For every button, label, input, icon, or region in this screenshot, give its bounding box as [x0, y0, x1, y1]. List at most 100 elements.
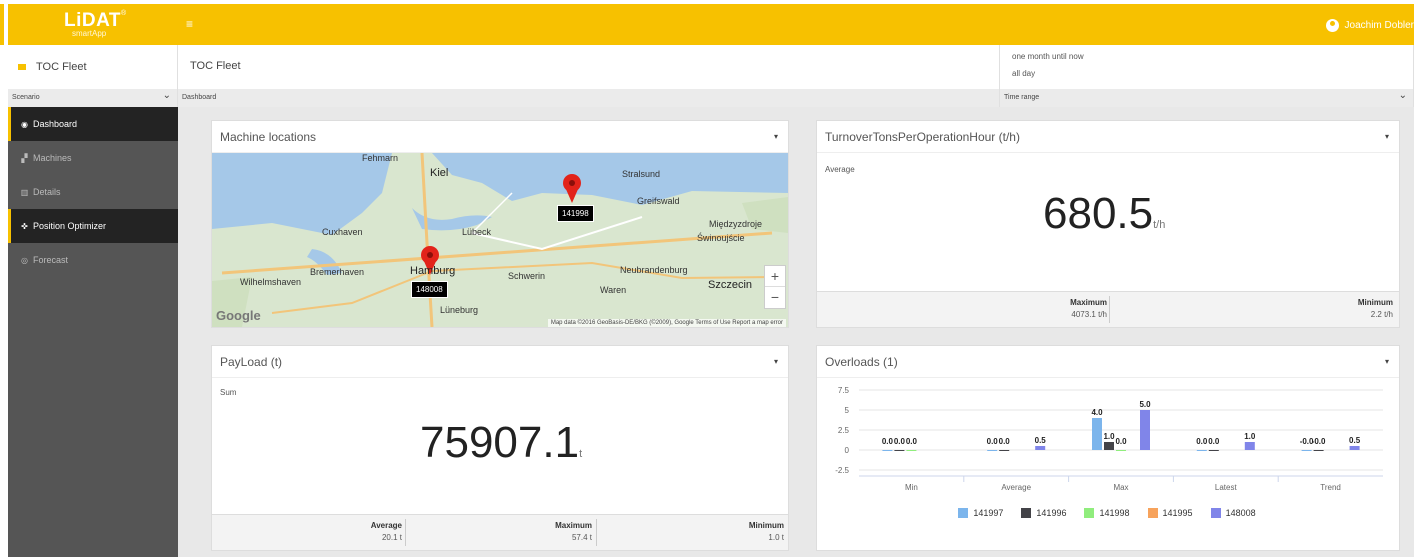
kpi-average-value: 20.1 t [381, 533, 402, 542]
footer-divider [596, 519, 597, 546]
data-label: 0.0 [999, 437, 1011, 446]
kpi-max-value: 4073.1 t/h [1071, 310, 1107, 319]
panel-menu-icon[interactable]: ▾ [774, 132, 778, 141]
overloads-panel: Overloads (1) ▾ 7.5 5 2.5 0 -2.5 Min 0.0 0.0 0.0 A… [816, 345, 1400, 551]
panel-menu-icon[interactable]: ▾ [774, 357, 778, 366]
data-label: 0.0 [1196, 437, 1208, 446]
panel-menu-icon[interactable]: ▾ [1385, 357, 1389, 366]
sidebar-item-details[interactable]: ▥ Details [8, 175, 178, 209]
legend-item[interactable]: 141997 [958, 508, 1003, 518]
chart-legend: 141997 141996 141998 141995 148008 [817, 508, 1397, 518]
chart-bar-141996 [1104, 442, 1114, 450]
sidebar-item-dashboard[interactable]: ◉ Dashboard [8, 107, 178, 141]
time-range-select[interactable]: one month until now all day Time range ⌄ [1000, 45, 1414, 107]
city-label: Cuxhaven [322, 227, 363, 237]
footer-divider [405, 519, 406, 546]
chevron-down-icon[interactable]: ⌄ [1399, 90, 1407, 101]
panel-title: Machine locations [220, 130, 317, 144]
turnover-panel: TurnoverTonsPerOperationHour (t/h) ▾ Aver… [816, 120, 1400, 328]
city-label: Świnoujście [697, 233, 745, 243]
kpi-max-value: 57.4 t [571, 533, 592, 542]
city-label: Kiel [430, 167, 449, 179]
chart-bar-141996 [999, 450, 1010, 451]
time-range-day: all day [1012, 69, 1036, 78]
menu-toggle-icon[interactable]: ≡ [186, 16, 198, 32]
machine-map[interactable]: Fehmarn Kiel Stralsund Greifswald Cuxhav… [212, 153, 788, 327]
data-label: 0.0 [894, 437, 906, 446]
y-tick-label: 2.5 [838, 426, 850, 435]
city-label: Międzyzdroje [709, 219, 763, 229]
kpi-max: Maximum 4073.1 t/h [1070, 298, 1107, 319]
kpi-max-label: Maximum [1070, 298, 1107, 307]
kpi-unit: t/h [1153, 219, 1166, 231]
kpi-min: Minimum 1.0 t [749, 521, 784, 542]
user-name: Joachim Dobler [1344, 19, 1414, 31]
legend-item[interactable]: 148008 [1210, 508, 1256, 518]
zoom-in-button[interactable]: + [765, 266, 785, 287]
city-label: Lüneburg [440, 305, 479, 315]
city-label: Wilhelmshaven [240, 277, 302, 287]
footer-divider [1109, 296, 1110, 323]
data-label: 1.0 [1244, 432, 1256, 441]
x-tick-label: Trend [1320, 483, 1341, 492]
panel-title: PayLoad (t) [220, 355, 283, 369]
chevron-down-icon[interactable]: ⌄ [163, 90, 171, 101]
user-menu[interactable]: Joachim Dobler [1325, 16, 1414, 34]
sidebar-item-forecast[interactable]: ◎ Forecast [8, 243, 178, 277]
map-attribution[interactable]: Map data ©2016 GeoBasis-DE/BKG (©2009), … [547, 319, 786, 327]
legend-item[interactable]: 141996 [1021, 508, 1066, 518]
kpi-unit: t [579, 448, 583, 460]
top-bar: LiDAT smartApp ® ≡ Joachim Dobler [0, 4, 1414, 45]
legend-swatch [1021, 508, 1032, 518]
map-zoom-control: + − [764, 265, 786, 309]
scenario-select[interactable]: TOC Fleet Scenario ⌄ [8, 45, 178, 107]
sidebar-item-machines[interactable]: ▞ Machines [8, 141, 178, 175]
chart-bar-141997 [1196, 450, 1207, 451]
x-tick-label: Max [1113, 483, 1128, 492]
city-label: Greifswald [637, 196, 680, 206]
logo-subtitle: smartApp [72, 29, 107, 38]
zoom-out-button[interactable]: − [765, 287, 785, 308]
kpi-min-value: 1.0 t [768, 533, 784, 542]
time-range-label: Time range [1004, 94, 1040, 101]
data-label: 0.0 [1208, 437, 1220, 446]
kpi-footer: Average 20.1 t Maximum 57.4 t Minimum 1.0 t [212, 514, 788, 550]
scenario-label: Scenario [12, 94, 40, 101]
sidebar-item-label: Forecast [33, 255, 69, 265]
machine-pin-141998[interactable]: 141998 [557, 205, 594, 222]
legend-item[interactable]: 141998 [1084, 508, 1130, 518]
city-label: Szczecin [708, 279, 753, 291]
eye-icon: ◎ [21, 255, 28, 265]
sidebar-item-position-optimizer[interactable]: ✜ Position Optimizer [8, 209, 178, 243]
kpi-aggregation-label: Sum [220, 388, 237, 397]
chart-bar-141996 [1313, 450, 1324, 451]
city-label: Lübeck [462, 227, 492, 237]
lidat-logo[interactable]: LiDAT smartApp ® [64, 10, 134, 42]
city-label: Neubrandenburg [620, 265, 688, 275]
user-avatar-icon [1325, 18, 1339, 32]
sidebar-item-label: Position Optimizer [33, 221, 107, 231]
machine-pin-148008[interactable]: 148008 [411, 281, 448, 298]
city-label: Hamburg [410, 265, 456, 277]
dashboard-value: TOC Fleet [190, 60, 241, 72]
x-tick-label: Min [905, 483, 918, 492]
kpi-average: Average 20.1 t [371, 521, 402, 542]
dashboard-select[interactable]: TOC Fleet Dashboard [178, 45, 1000, 107]
overloads-chart: 7.5 5 2.5 0 -2.5 Min 0.0 0.0 0.0 Average 0.0 0.0 0.5… [817, 378, 1397, 554]
chart-bar-141998 [906, 450, 917, 451]
city-label: Fehmarn [362, 153, 399, 163]
chart-bar-148008 [1349, 446, 1360, 450]
sidebar-item-label: Machines [33, 153, 72, 163]
data-label: 4.0 [1091, 408, 1103, 417]
y-tick-label: 0 [845, 446, 850, 455]
data-label: 0.0 [906, 437, 918, 446]
kpi-value: 75907.1t [420, 418, 582, 468]
y-tick-label: 5 [845, 406, 850, 415]
panel-menu-icon[interactable]: ▾ [1385, 132, 1389, 141]
kpi-max-label: Maximum [555, 521, 592, 530]
city-label: Stralsund [622, 169, 661, 179]
y-tick-label: 7.5 [838, 386, 850, 395]
legend-swatch [1084, 508, 1095, 518]
legend-item[interactable]: 141995 [1147, 508, 1193, 518]
chart-bar-141997 [987, 450, 998, 451]
